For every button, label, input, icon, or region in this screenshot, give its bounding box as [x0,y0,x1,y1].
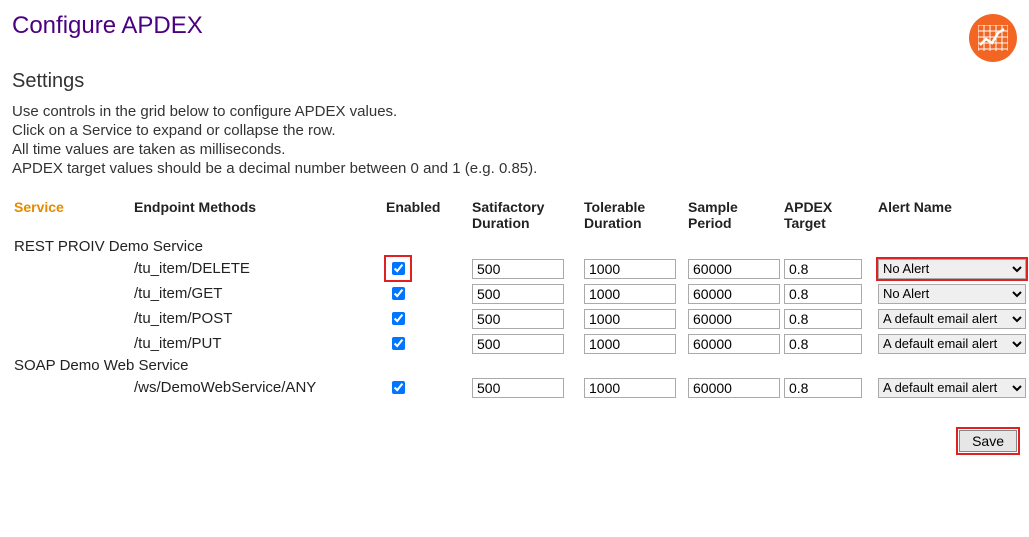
intro-line: All time values are taken as millisecond… [12,141,1017,158]
intro-line: APDEX target values should be a decimal … [12,160,1017,177]
service-name[interactable]: REST PROIV Demo Service [12,237,1029,256]
alert-select[interactable]: No AlertA default email alert [878,378,1026,398]
endpoint-cell: /ws/DemoWebService/ANY [132,375,384,400]
chart-icon[interactable] [969,14,1017,62]
intro-line: Use controls in the grid below to config… [12,103,1017,120]
sat-input[interactable] [472,309,564,329]
enabled-checkbox[interactable] [392,337,405,350]
save-button[interactable]: Save [959,430,1017,452]
sample-input[interactable] [688,284,780,304]
sample-input[interactable] [688,259,780,279]
apdex-input[interactable] [784,309,862,329]
sat-input[interactable] [472,259,564,279]
col-enabled: Enabled [384,193,470,237]
endpoint-cell: /tu_item/DELETE [132,256,384,281]
section-heading: Settings [12,70,1017,93]
tol-input[interactable] [584,259,676,279]
table-row: /tu_item/PUT No AlertA default email aler… [12,331,1029,356]
tol-input[interactable] [584,378,676,398]
sat-input[interactable] [472,334,564,354]
sat-input[interactable] [472,378,564,398]
col-satisfactory: Satifactory Duration [470,193,582,237]
tol-input[interactable] [584,309,676,329]
tol-input[interactable] [584,284,676,304]
tol-input[interactable] [584,334,676,354]
sample-input[interactable] [688,334,780,354]
enabled-checkbox[interactable] [392,287,405,300]
col-sample: Sample Period [686,193,782,237]
intro-block: Use controls in the grid below to config… [12,103,1017,177]
enabled-checkbox[interactable] [392,262,405,275]
apdex-grid: Service Endpoint Methods Enabled Satifac… [12,193,1029,400]
endpoint-cell: /tu_item/POST [132,306,384,331]
apdex-input[interactable] [784,334,862,354]
alert-select[interactable]: No AlertA default email alert [878,259,1026,279]
endpoint-cell: /tu_item/PUT [132,331,384,356]
alert-select[interactable]: No AlertA default email alert [878,309,1026,329]
col-alert-name: Alert Name [876,193,1029,237]
apdex-input[interactable] [784,259,862,279]
col-service[interactable]: Service [12,193,132,237]
intro-line: Click on a Service to expand or collapse… [12,122,1017,139]
service-name[interactable]: SOAP Demo Web Service [12,356,1029,375]
enabled-checkbox[interactable] [392,381,405,394]
table-row: /tu_item/POST No AlertA default email ale… [12,306,1029,331]
sample-input[interactable] [688,309,780,329]
sat-input[interactable] [472,284,564,304]
col-apdex-target: APDEX Target [782,193,876,237]
table-row: /ws/DemoWebService/ANY No AlertA default … [12,375,1029,400]
apdex-input[interactable] [784,284,862,304]
endpoint-cell: /tu_item/GET [132,281,384,306]
table-row: /tu_item/DELETE No AlertA default email a… [12,256,1029,281]
enabled-checkbox[interactable] [392,312,405,325]
table-row: /tu_item/GET No AlertA default email aler… [12,281,1029,306]
sample-input[interactable] [688,378,780,398]
page-title: Configure APDEX [12,12,203,40]
col-endpoint: Endpoint Methods [132,193,384,237]
alert-select[interactable]: No AlertA default email alert [878,284,1026,304]
alert-select[interactable]: No AlertA default email alert [878,334,1026,354]
col-tolerable: Tolerable Duration [582,193,686,237]
apdex-input[interactable] [784,378,862,398]
